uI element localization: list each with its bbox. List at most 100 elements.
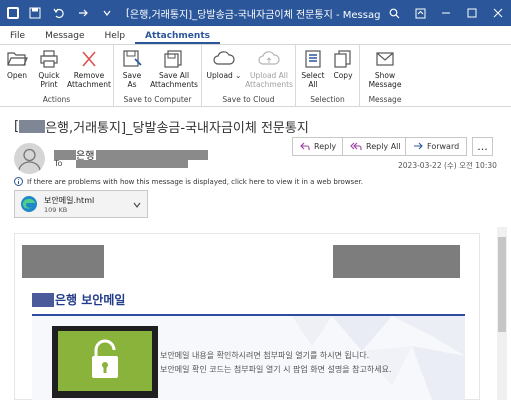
more-actions-button[interactable]: ... bbox=[472, 137, 493, 156]
search-icon[interactable] bbox=[381, 0, 407, 26]
select-all-label: Select All bbox=[301, 71, 325, 89]
cloud-upload-icon bbox=[213, 51, 235, 65]
scrollbar-thumb[interactable] bbox=[498, 237, 506, 332]
chevron-down-icon[interactable] bbox=[98, 4, 116, 22]
reply-button[interactable]: Reply bbox=[292, 137, 345, 156]
chevron-down-icon: ⌄ bbox=[232, 71, 242, 80]
save-all-icon bbox=[164, 50, 182, 68]
save-as-button[interactable]: Save As bbox=[118, 49, 146, 89]
redaction-block bbox=[19, 120, 46, 133]
forward-label: Forward bbox=[427, 142, 460, 151]
group-label-message: Message bbox=[368, 95, 402, 104]
info-text: If there are problems with how this mess… bbox=[27, 177, 363, 186]
copy-button[interactable]: Copy bbox=[329, 49, 357, 80]
save-as-icon bbox=[123, 50, 142, 67]
upload-all-attachments-button[interactable]: Upload All Attachments bbox=[244, 49, 294, 89]
ribbon-group-message: Show Message Message bbox=[360, 45, 410, 106]
reply-all-icon bbox=[350, 142, 362, 150]
ribbon-group-selection: Select All Copy Selection bbox=[296, 45, 360, 106]
forward-icon bbox=[414, 142, 423, 150]
redaction-block bbox=[96, 149, 209, 160]
attachment-size: 109 KB bbox=[44, 205, 68, 214]
instruction-line-1: 보안메일 내용을 확인하시려면 첨부파일 열기를 하시면 됩니다. bbox=[160, 351, 370, 360]
remove-icon bbox=[82, 51, 96, 67]
ribbon: Open Quick Print Remove Attachment Actio… bbox=[0, 44, 511, 107]
to-line: To bbox=[54, 159, 189, 168]
cloud-upload-all-icon bbox=[258, 51, 280, 65]
ribbon-group-save-to-computer: Save As Save All Attachments Save to Com… bbox=[114, 45, 202, 106]
redaction-block bbox=[54, 149, 76, 160]
attachment-card[interactable]: 보안메일.html 109 KB bbox=[14, 190, 148, 218]
open-button[interactable]: Open bbox=[4, 49, 30, 80]
copy-icon bbox=[334, 50, 351, 68]
open-label: Open bbox=[6, 71, 28, 80]
scrollbar[interactable] bbox=[497, 227, 507, 400]
remove-attachment-label: Remove Attachment bbox=[67, 71, 111, 89]
reply-all-button[interactable]: Reply All bbox=[342, 137, 409, 156]
reply-all-label: Reply All bbox=[366, 142, 401, 151]
group-label-save-to-computer: Save to Computer bbox=[123, 95, 192, 104]
redaction-block bbox=[32, 292, 54, 307]
info-bar[interactable]: If there are problems with how this mess… bbox=[14, 177, 363, 186]
timestamp: 2023-03-22 (수) 오전 10:30 bbox=[398, 161, 497, 170]
maximize-icon[interactable] bbox=[459, 0, 485, 26]
arrow-icon[interactable] bbox=[74, 4, 92, 22]
redacted-logo-block bbox=[22, 245, 104, 278]
chevron-down-icon[interactable] bbox=[133, 201, 141, 209]
outlook-icon bbox=[6, 6, 20, 20]
select-all-button[interactable]: Select All bbox=[299, 49, 327, 89]
ribbon-tabs: File Message Help Attachments bbox=[0, 26, 511, 44]
outlook-message-window: [ 은행,거래통지]_당발송금-국내자금이체 전문통지 - Message (H… bbox=[0, 0, 511, 400]
show-message-label: Show Message bbox=[368, 71, 402, 89]
save-all-attachments-button[interactable]: Save All Attachments bbox=[148, 49, 200, 89]
tab-file[interactable]: File bbox=[0, 31, 35, 44]
close-icon[interactable] bbox=[485, 0, 511, 26]
person-icon bbox=[18, 148, 41, 172]
select-all-icon bbox=[305, 50, 321, 68]
instruction-line-2: 보안메일 확인 코드는 첨부파일 열기 시 팝업 화면 설명을 참고하세요. bbox=[160, 365, 392, 374]
copy-label: Copy bbox=[333, 71, 353, 80]
forward-button[interactable]: Forward bbox=[405, 137, 468, 156]
upload-label: Upload bbox=[206, 71, 233, 80]
bank-title: 은행 보안메일 bbox=[32, 291, 125, 308]
save-icon[interactable] bbox=[26, 4, 44, 22]
ribbon-display-icon[interactable] bbox=[407, 0, 433, 26]
quick-print-label: Quick Print bbox=[38, 71, 60, 89]
ribbon-group-actions: Open Quick Print Remove Attachment Actio… bbox=[0, 45, 114, 106]
minimize-icon[interactable] bbox=[433, 0, 459, 26]
quick-print-button[interactable]: Quick Print bbox=[34, 49, 64, 89]
reply-icon bbox=[300, 142, 310, 150]
info-icon bbox=[14, 177, 23, 186]
group-label-save-to-cloud: Save to Cloud bbox=[222, 95, 275, 104]
tab-attachments[interactable]: Attachments bbox=[135, 31, 220, 44]
edge-icon bbox=[21, 196, 37, 212]
redaction-block bbox=[76, 159, 189, 168]
lock-monitor-icon bbox=[52, 326, 158, 398]
group-label-selection: Selection bbox=[310, 95, 345, 104]
upload-button[interactable]: Upload ⌄ bbox=[206, 49, 242, 80]
to-label: To bbox=[54, 159, 63, 168]
subject-text: 은행,거래통지]_당발송금-국내자금이체 전문통지 bbox=[45, 121, 309, 136]
undo-icon[interactable] bbox=[50, 4, 68, 22]
save-all-attachments-label: Save All Attachments bbox=[150, 71, 198, 89]
tab-help[interactable]: Help bbox=[95, 31, 136, 44]
attachment-name: 보안메일.html bbox=[44, 195, 95, 205]
window-title: [ 은행,거래통지]_당발송금-국내자금이체 전문통지 - Message (H… bbox=[126, 6, 381, 21]
open-folder-icon bbox=[7, 52, 28, 66]
upload-all-attachments-label: Upload All Attachments bbox=[245, 71, 293, 89]
message-subject: [ 은행,거래통지]_당발송금-국내자금이체 전문통지 bbox=[14, 117, 309, 136]
redacted-banner-block bbox=[333, 245, 460, 278]
title-text: 은행,거래통지]_당발송금-국내자금이체 전문통지 - Message (HTM… bbox=[129, 9, 381, 21]
secure-mail-content: 보안메일 내용을 확인하시려면 첨부파일 열기를 하시면 됩니다. 보안메일 확… bbox=[32, 316, 465, 400]
title-bar: [ 은행,거래통지]_당발송금-국내자금이체 전문통지 - Message (H… bbox=[0, 0, 511, 26]
remove-attachment-button[interactable]: Remove Attachment bbox=[66, 49, 112, 89]
avatar bbox=[14, 143, 45, 174]
print-icon bbox=[40, 50, 58, 68]
reply-label: Reply bbox=[314, 142, 337, 151]
show-message-button[interactable]: Show Message bbox=[364, 49, 406, 89]
group-label-actions: Actions bbox=[42, 95, 71, 104]
bank-header: 은행 보안메일 bbox=[32, 285, 465, 316]
bank-title-text: 은행 보안메일 bbox=[55, 293, 126, 307]
tab-message[interactable]: Message bbox=[35, 31, 94, 44]
ribbon-group-save-to-cloud: Upload ⌄ Upload All Attachments Save to … bbox=[202, 45, 296, 106]
